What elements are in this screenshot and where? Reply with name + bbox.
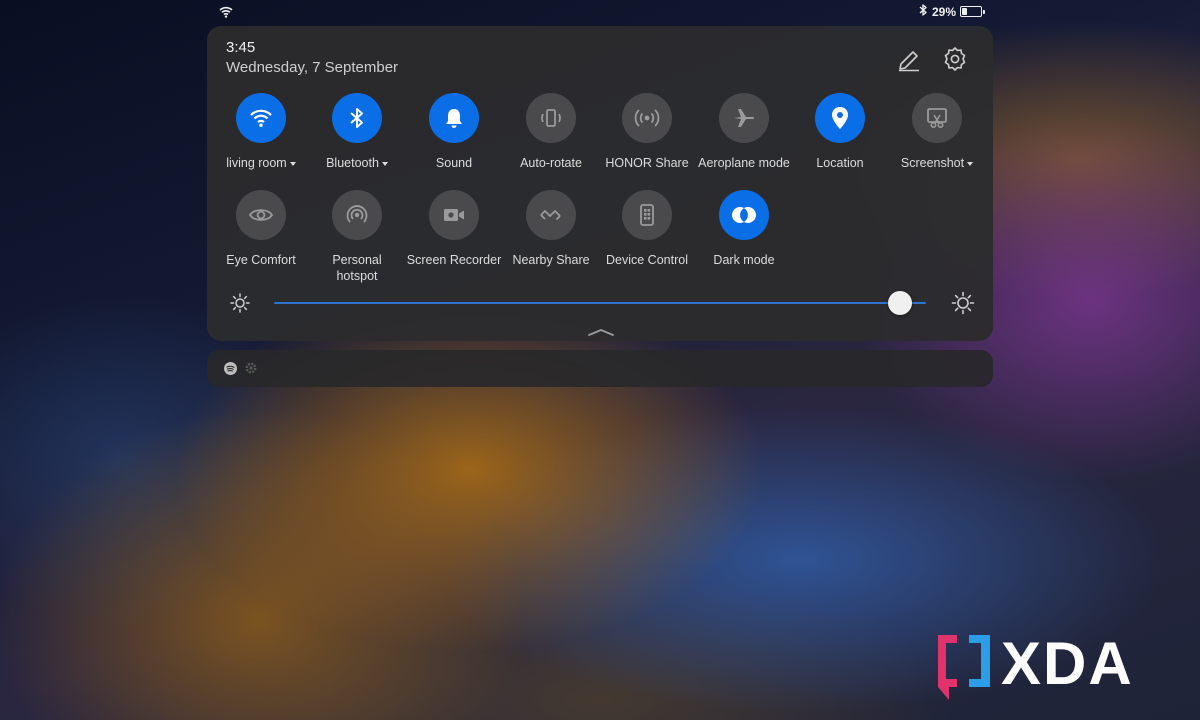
- nearby-share-icon: [540, 210, 561, 221]
- tile-nearby-share-button[interactable]: [526, 190, 576, 240]
- bell-icon: [446, 109, 462, 128]
- tile-auto-rotate[interactable]: Auto-rotate: [501, 93, 601, 171]
- brightness-slider-thumb[interactable]: [887, 291, 912, 315]
- wifi-icon: [219, 5, 233, 23]
- xda-logo-text: XDA: [1001, 632, 1134, 697]
- tile-auto-rotate-button[interactable]: [526, 93, 576, 143]
- tile-nearby-share[interactable]: Nearby Share: [501, 190, 601, 268]
- tile-location-button[interactable]: [815, 93, 865, 143]
- tile-eye-comfort-button[interactable]: [236, 190, 286, 240]
- tile-screen-recorder-label: Screen Recorder: [406, 253, 502, 267]
- video-camera-icon: [444, 209, 464, 221]
- tile-eye-comfort-label: Eye Comfort: [226, 253, 296, 267]
- tile-personal-hotspot-button[interactable]: [332, 190, 382, 240]
- tile-dark-mode[interactable]: Dark mode: [694, 190, 794, 268]
- brightness-slider[interactable]: [274, 291, 926, 315]
- tile-device-control[interactable]: Device Control: [597, 190, 697, 268]
- chevron-down-icon: [289, 161, 296, 166]
- xda-logo: XDA: [935, 630, 1177, 702]
- tile-nearby-share-label: Nearby Share: [512, 253, 590, 267]
- tile-honor-share-button[interactable]: [622, 93, 672, 143]
- tile-dark-mode-button[interactable]: [719, 190, 769, 240]
- airplane-icon: [734, 109, 755, 127]
- spotify-icon: [224, 362, 237, 375]
- clock: 3:45: [226, 39, 256, 56]
- tile-location[interactable]: Location: [790, 93, 890, 171]
- honor-share-icon: [634, 109, 660, 127]
- status-bar: 29%: [0, 0, 1200, 24]
- chevron-down-icon: [967, 161, 974, 166]
- tile-honor-share-label: HONOR Share: [605, 156, 689, 170]
- tile-bluetooth[interactable]: Bluetooth: [307, 93, 407, 171]
- bluetooth-icon: [919, 4, 928, 19]
- chevron-up-icon: [588, 329, 614, 336]
- tile-device-control-button[interactable]: [622, 190, 672, 240]
- gear-icon: [944, 47, 966, 71]
- location-pin-icon: [832, 107, 848, 129]
- pencil-icon: [899, 51, 919, 72]
- battery-percent: 29%: [931, 4, 956, 19]
- battery-icon: [960, 6, 985, 17]
- tile-aeroplane-mode-button[interactable]: [719, 93, 769, 143]
- hotspot-icon: [346, 205, 368, 223]
- tile-device-control-label: Device Control: [606, 253, 688, 267]
- tile-wifi-button[interactable]: [236, 93, 286, 143]
- tile-aeroplane-mode[interactable]: Aeroplane mode: [694, 93, 794, 171]
- notification-card[interactable]: [207, 350, 993, 387]
- screenshot-icon: [927, 108, 947, 128]
- tile-auto-rotate-label: Auto-rotate: [520, 156, 582, 170]
- chevron-down-icon: [381, 161, 388, 166]
- tile-bluetooth-label: Bluetooth: [326, 155, 388, 171]
- tile-bluetooth-button[interactable]: [332, 93, 382, 143]
- bluetooth-icon: [350, 108, 363, 128]
- tile-dark-mode-label: Dark mode: [713, 253, 775, 267]
- dark-mode-icon: [732, 207, 756, 223]
- device-control-icon: [640, 204, 654, 226]
- collapse-handle[interactable]: [587, 324, 615, 336]
- brightness-high-icon: [951, 291, 975, 320]
- eye-icon: [248, 209, 274, 221]
- edit-tiles-button[interactable]: [895, 46, 923, 74]
- tile-screen-recorder-button[interactable]: [429, 190, 479, 240]
- tile-wifi-label: living room: [226, 155, 296, 171]
- tile-screen-recorder[interactable]: Screen Recorder: [404, 190, 504, 268]
- date: Wednesday, 7 September: [226, 59, 399, 76]
- tile-location-label: Location: [816, 156, 864, 170]
- tile-screenshot-label: Screenshot: [901, 155, 974, 171]
- tile-sound-label: Sound: [435, 156, 473, 170]
- tile-eye-comfort[interactable]: Eye Comfort: [211, 190, 311, 268]
- tile-screenshot-button[interactable]: [912, 93, 962, 143]
- tile-wifi[interactable]: living room: [211, 93, 311, 171]
- auto-rotate-icon: [541, 109, 561, 127]
- tile-sound[interactable]: Sound: [404, 93, 504, 171]
- tile-honor-share[interactable]: HONOR Share: [597, 93, 697, 171]
- tile-aeroplane-mode-label: Aeroplane mode: [698, 156, 790, 170]
- brightness-control: [227, 288, 975, 318]
- tile-screenshot[interactable]: Screenshot: [887, 93, 987, 171]
- tile-personal-hotspot-label: Personal hotspot: [332, 253, 382, 283]
- brightness-low-icon: [229, 292, 251, 319]
- gear-icon: [244, 361, 258, 380]
- quick-settings-panel: 3:45 Wednesday, 7 September living room: [207, 26, 993, 341]
- tile-personal-hotspot[interactable]: Personal hotspot: [307, 190, 407, 284]
- wifi-icon: [250, 109, 272, 127]
- battery-fill: [962, 8, 968, 15]
- tile-sound-button[interactable]: [429, 93, 479, 143]
- settings-button[interactable]: [940, 44, 970, 74]
